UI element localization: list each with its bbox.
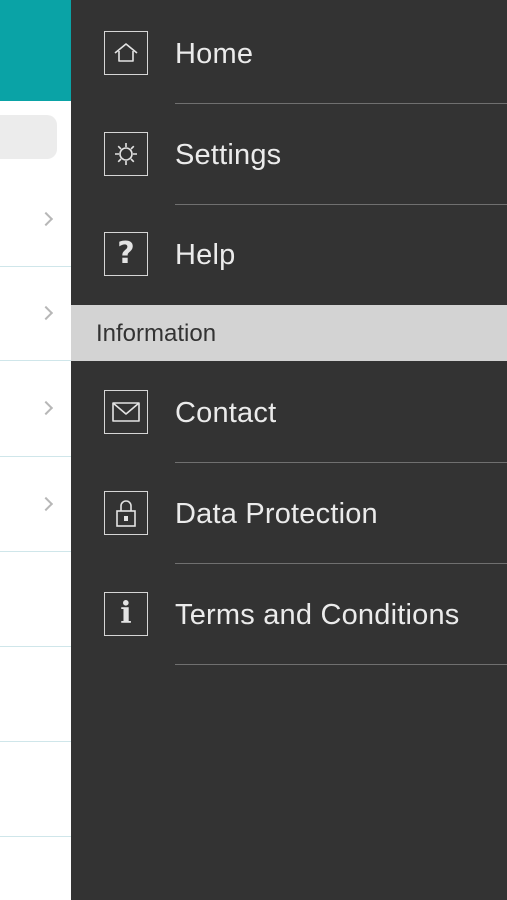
help-icon: ? bbox=[104, 232, 148, 276]
list-item[interactable] bbox=[0, 647, 71, 742]
list-item[interactable] bbox=[0, 172, 71, 267]
menu-item-home[interactable]: Home bbox=[71, 3, 507, 104]
menu-item-terms[interactable]: i Terms and Conditions bbox=[71, 564, 507, 665]
home-icon bbox=[104, 31, 148, 75]
chevron-right-icon bbox=[38, 305, 54, 321]
app-header-bar bbox=[0, 0, 71, 101]
menu-item-label: Help bbox=[175, 239, 236, 271]
info-glyph: i bbox=[120, 596, 132, 631]
list-item[interactable] bbox=[0, 361, 71, 457]
help-glyph: ? bbox=[117, 236, 135, 271]
divider bbox=[175, 664, 507, 665]
section-title: Information bbox=[96, 320, 217, 347]
menu-item-label: Contact bbox=[175, 397, 277, 429]
info-icon: i bbox=[104, 592, 148, 636]
chevron-right-icon bbox=[38, 496, 54, 512]
list-item[interactable] bbox=[0, 552, 71, 647]
chevron-right-icon bbox=[38, 211, 54, 227]
envelope-icon bbox=[104, 390, 148, 434]
list-item[interactable] bbox=[0, 742, 71, 837]
side-drawer-menu: Home Settings ? Help Information Contact bbox=[71, 0, 507, 900]
menu-item-help[interactable]: ? Help bbox=[71, 204, 507, 305]
menu-item-label: Settings bbox=[175, 139, 282, 171]
menu-item-contact[interactable]: Contact bbox=[71, 362, 507, 463]
background-screen bbox=[0, 0, 71, 900]
menu-item-label: Data Protection bbox=[175, 498, 378, 530]
menu-item-settings[interactable]: Settings bbox=[71, 104, 507, 205]
chevron-right-icon bbox=[38, 400, 54, 416]
menu-item-label: Terms and Conditions bbox=[175, 599, 460, 631]
list-item[interactable] bbox=[0, 457, 71, 552]
lock-icon bbox=[104, 491, 148, 535]
menu-item-label: Home bbox=[175, 38, 254, 70]
search-field[interactable] bbox=[0, 115, 57, 159]
menu-item-data-protection[interactable]: Data Protection bbox=[71, 463, 507, 564]
list-item[interactable] bbox=[0, 267, 71, 361]
gear-icon bbox=[104, 132, 148, 176]
section-header-information: Information bbox=[71, 305, 507, 361]
